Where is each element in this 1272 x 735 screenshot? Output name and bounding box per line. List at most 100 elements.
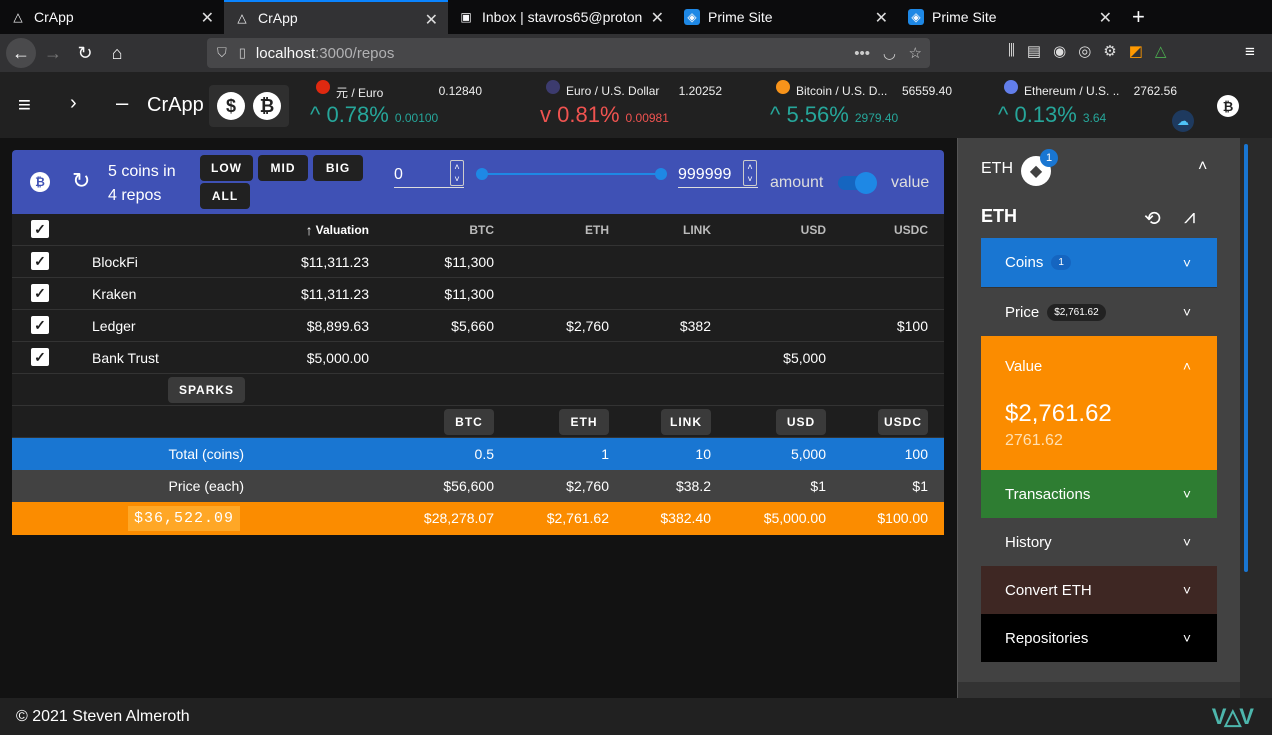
chevron-down-icon: ˅: [1182, 534, 1191, 550]
sidebar-icon[interactable]: ▤: [1027, 42, 1041, 60]
close-icon[interactable]: ✕: [425, 10, 438, 30]
vuetify-icon[interactable]: △: [1155, 42, 1167, 60]
cloud-icon[interactable]: ☁: [1172, 110, 1194, 132]
chevron-down-icon: ˅: [1182, 582, 1191, 598]
browser-tab[interactable]: ◈ Prime Site ✕: [674, 0, 898, 34]
table-row[interactable]: ✓ Bank Trust $5,000.00 $5,000: [12, 342, 944, 374]
row-checkbox[interactable]: ✓: [31, 252, 49, 270]
account-icon[interactable]: ◉: [1053, 42, 1066, 60]
scrollbar-thumb[interactable]: [1244, 144, 1248, 572]
header-usd[interactable]: USD: [801, 214, 826, 246]
link-button[interactable]: LINK: [661, 409, 711, 435]
browser-tab-active[interactable]: △ CrApp ✕: [224, 0, 448, 34]
menu-icon[interactable]: ≡: [18, 92, 31, 118]
history-icon[interactable]: ⟲: [1144, 206, 1161, 231]
table-row[interactable]: ✓ Kraken $11,311.23 $11,300: [12, 278, 944, 310]
menu-icon[interactable]: ≡: [1245, 42, 1255, 62]
browser-tab[interactable]: ◈ Prime Site ✕: [898, 0, 1122, 34]
browser-tab[interactable]: ▣ Inbox | stavros65@proton ✕: [448, 0, 674, 34]
link-cell: $382: [679, 318, 711, 334]
extension-icon[interactable]: ◎: [1078, 42, 1091, 60]
close-icon[interactable]: ✕: [201, 8, 214, 28]
range-slider-min-handle[interactable]: [476, 168, 488, 180]
accordion-repositories[interactable]: Repositories ˅: [981, 614, 1217, 662]
min-stepper[interactable]: ˄ ˅: [450, 160, 464, 186]
repo-name: Kraken: [92, 286, 137, 302]
more-icon[interactable]: •••: [854, 45, 870, 62]
refresh-icon[interactable]: ↻: [72, 168, 90, 194]
header-eth[interactable]: ETH: [585, 214, 609, 246]
forward-icon[interactable]: →: [38, 38, 68, 68]
ticker-btc-usd[interactable]: Bitcoin / U.S. D... 56559.40 ^ 5.56% 2979…: [770, 80, 1010, 132]
scrollbar-track[interactable]: [1240, 138, 1272, 698]
ticker-cny-eur[interactable]: 元 / Euro 0.12840 ^ 0.78% 0.00100: [310, 80, 530, 132]
row-checkbox[interactable]: ✓: [31, 316, 49, 334]
sort-valuation-header[interactable]: ↑ Valuation: [306, 214, 369, 246]
header-btc[interactable]: BTC: [469, 214, 494, 246]
pocket-icon[interactable]: ◡: [883, 44, 896, 62]
repo-toolbar: ₿ ↻ 5 coins in 4 repos LOW MID BIG ALL 0 …: [12, 150, 944, 214]
library-icon[interactable]: ⫼: [1008, 42, 1015, 60]
max-value: 999999: [678, 166, 732, 183]
all-button[interactable]: ALL: [200, 183, 250, 209]
toggle-label-value: value: [891, 174, 930, 191]
flag-cn-icon: [316, 80, 330, 94]
toggle-thumb[interactable]: [855, 172, 877, 194]
max-stepper[interactable]: ˄ ˅: [743, 160, 757, 186]
range-slider-max-handle[interactable]: [655, 168, 667, 180]
mid-button[interactable]: MID: [258, 155, 308, 181]
chevron-down-icon: ˅: [1182, 630, 1191, 646]
gear-icon[interactable]: ⚙: [1103, 42, 1116, 60]
sparks-button[interactable]: SPARKS: [168, 377, 245, 403]
select-all-checkbox[interactable]: ✓: [31, 220, 49, 238]
ticker-eur-usd[interactable]: Euro / U.S. Dollar 1.20252 v 0.81% 0.0098…: [540, 80, 780, 132]
toggle-label-amount: amount: [770, 174, 824, 191]
extension-icon[interactable]: ◩: [1129, 42, 1143, 60]
row-checkbox[interactable]: ✓: [31, 348, 49, 366]
header-usdc[interactable]: USDC: [894, 214, 928, 246]
bookmark-star-icon[interactable]: ☆: [909, 44, 922, 62]
chevron-right-icon[interactable]: ›: [70, 92, 77, 115]
ticker-change: v 0.81% 0.00981: [540, 102, 669, 128]
new-tab-button[interactable]: +: [1122, 0, 1162, 34]
chevron-down-icon: ˅: [1182, 254, 1191, 271]
close-icon[interactable]: ✕: [651, 8, 664, 28]
close-icon[interactable]: ✕: [1099, 8, 1112, 28]
btc-button[interactable]: BTC: [444, 409, 494, 435]
accordion-price[interactable]: Price $2,761.62 ˅: [981, 287, 1217, 336]
browser-tab[interactable]: △ CrApp ✕: [0, 0, 224, 34]
usdc-button[interactable]: USDC: [878, 409, 928, 435]
home-icon[interactable]: ⌂: [102, 38, 132, 68]
reload-icon[interactable]: ↻: [70, 38, 100, 68]
accordion-value[interactable]: Value ˄ $2,761.62 2761.62: [981, 336, 1217, 470]
accordion-coins[interactable]: Coins 1 ˅: [981, 238, 1217, 287]
dollar-icon[interactable]: $: [217, 92, 245, 120]
eth-button[interactable]: ETH: [559, 409, 609, 435]
range-slider-track[interactable]: [482, 173, 660, 175]
arrow-up-icon: ↑: [305, 222, 313, 238]
row-checkbox[interactable]: ✓: [31, 284, 49, 302]
header-link[interactable]: LINK: [683, 214, 711, 246]
big-button[interactable]: BIG: [313, 155, 363, 181]
minus-icon[interactable]: –: [116, 90, 128, 116]
accordion-convert[interactable]: Convert ETH ˅: [981, 566, 1217, 614]
bitcoin-icon[interactable]: ₿: [1217, 95, 1239, 117]
table-row[interactable]: ✓ BlockFi $11,311.23 $11,300: [12, 246, 944, 278]
bitcoin-icon[interactable]: ₿: [30, 172, 50, 192]
accordion-history[interactable]: History ˅: [981, 518, 1217, 566]
low-button[interactable]: LOW: [200, 155, 253, 181]
currency-toggle: $ ₿: [209, 85, 289, 127]
coin-count-badge: 1: [1040, 149, 1058, 167]
back-icon[interactable]: ←: [6, 38, 36, 68]
chevron-up-icon[interactable]: ˄: [1198, 158, 1207, 176]
table-row[interactable]: ✓ Ledger $8,899.63 $5,660 $2,760 $382 $1…: [12, 310, 944, 342]
accordion-transactions[interactable]: Transactions ˅: [981, 470, 1217, 518]
close-icon[interactable]: ✕: [875, 8, 888, 28]
bitcoin-icon[interactable]: ₿: [253, 92, 281, 120]
min-value: 0: [394, 166, 403, 183]
ticker-price: 0.12840: [438, 84, 482, 98]
usdc-cell: $100: [896, 318, 928, 334]
chart-icon[interactable]: ⩘: [1184, 206, 1195, 229]
usd-button[interactable]: USD: [776, 409, 826, 435]
url-bar[interactable]: ⛉ ▯ localhost:3000/repos ••• ◡ ☆: [207, 38, 930, 68]
